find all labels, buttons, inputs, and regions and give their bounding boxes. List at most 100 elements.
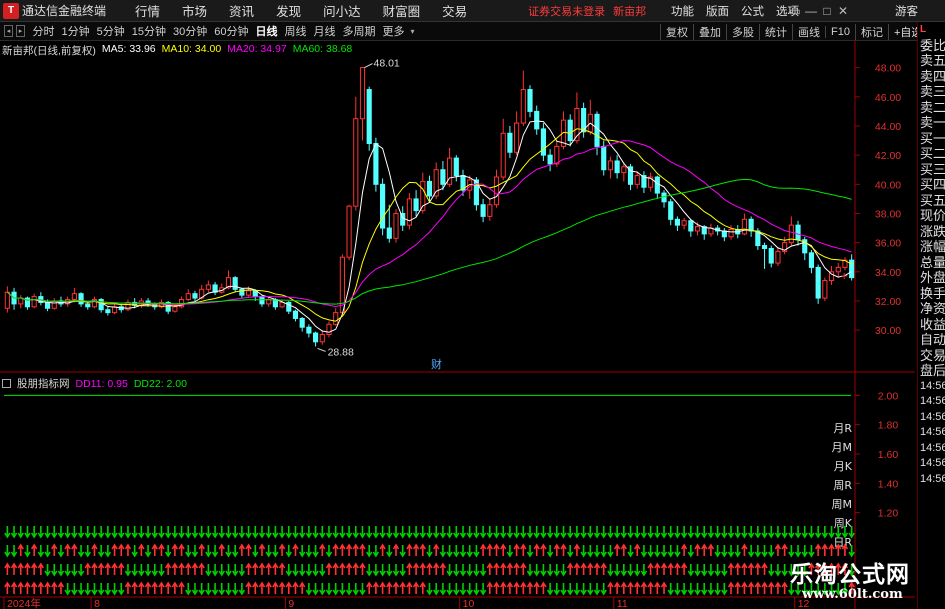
signal-arrow — [131, 526, 138, 539]
signal-arrow — [77, 526, 85, 539]
quote-row: 卖五 — [920, 53, 945, 68]
signal-arrow — [231, 564, 239, 577]
signal-arrow — [305, 564, 313, 577]
chart-info-line: 新亩邦(日线,前复权) MA5: 33.96 MA10: 34.00 MA20:… — [2, 43, 352, 58]
candle — [487, 198, 493, 221]
signal-arrow — [51, 526, 58, 539]
candle — [614, 155, 620, 179]
signal-arrow — [24, 545, 31, 558]
signal-arrow — [553, 564, 560, 577]
time-tick-label: 11 — [617, 598, 628, 609]
candle-body — [768, 247, 774, 264]
signal-arrow — [453, 545, 460, 558]
signal-arrow — [292, 543, 299, 556]
signal-arrow — [714, 564, 721, 577]
signal-arrow — [573, 526, 581, 539]
candle-body — [728, 229, 734, 238]
dd22-value: DD22: 2.00 — [133, 377, 187, 390]
signal-arrow — [104, 526, 112, 539]
signal-arrow — [667, 545, 674, 558]
signal-arrow — [479, 526, 487, 539]
signal-arrow — [352, 562, 359, 575]
candle-body — [326, 323, 332, 336]
signal-arrow — [620, 581, 628, 594]
signal-arrow — [707, 543, 715, 556]
signal-arrow — [459, 583, 467, 596]
candle — [125, 299, 131, 312]
signal-arrow — [768, 545, 775, 558]
candle-body — [185, 293, 191, 301]
candle-body — [306, 326, 312, 334]
candle — [547, 149, 553, 172]
signal-arrow — [627, 564, 634, 577]
quote-row: 总量 — [920, 254, 945, 270]
signal-arrow — [238, 564, 246, 577]
indicator-row-label: 周M — [832, 498, 853, 511]
signal-arrow — [553, 543, 560, 556]
signal-arrow — [345, 562, 353, 575]
candle — [232, 276, 238, 293]
signal-arrow — [479, 543, 487, 556]
signal-arrow — [124, 543, 132, 556]
signal-arrow — [701, 564, 708, 577]
signal-arrow — [406, 526, 413, 539]
candle — [333, 308, 339, 326]
signal-arrow — [546, 526, 554, 539]
signal-arrow — [278, 562, 286, 575]
signal-arrow — [486, 581, 493, 594]
candle-body — [534, 110, 540, 130]
candle — [205, 280, 211, 293]
signal-arrow — [419, 543, 426, 556]
indicator-settings-icon[interactable] — [2, 379, 11, 388]
signal-arrow — [10, 545, 18, 558]
signal-arrow — [433, 583, 440, 596]
signal-arrow — [714, 545, 721, 558]
candle — [627, 163, 634, 191]
signal-arrow — [781, 581, 788, 594]
signal-arrow — [694, 564, 701, 577]
signal-arrow — [640, 581, 648, 594]
signal-arrow — [687, 583, 695, 596]
candle-body — [688, 220, 694, 232]
candle-body — [246, 290, 252, 296]
quote-row: 14:56 — [920, 457, 945, 469]
signal-arrow — [721, 564, 728, 577]
signal-arrow — [667, 526, 674, 539]
signal-arrow — [299, 526, 306, 539]
price-tick-label: 48.00 — [875, 63, 901, 75]
signal-arrow — [526, 526, 534, 539]
price-tick-label: 40.00 — [875, 179, 901, 191]
indicator-name[interactable]: 股朋指标网 — [17, 376, 70, 391]
signal-arrow — [466, 526, 473, 539]
signal-arrow — [30, 543, 38, 556]
signal-arrow — [292, 526, 299, 539]
signal-arrow — [312, 545, 319, 558]
signal-arrow — [17, 581, 24, 594]
signal-arrow — [252, 562, 259, 575]
signal-arrow — [634, 543, 641, 556]
ind-tick-label: 1.40 — [878, 478, 899, 490]
high-marker-label: 48.01 — [373, 58, 399, 70]
signal-arrow — [305, 583, 313, 596]
candle-body — [71, 293, 77, 301]
candle-body — [514, 122, 520, 153]
quote-row: 买四 — [920, 177, 945, 192]
candle-body — [279, 301, 285, 308]
signal-arrow — [91, 526, 98, 539]
indicator-info-line: 股朋指标网 DD11: 0.95 DD22: 2.00 — [2, 376, 187, 391]
signal-arrow — [124, 581, 132, 594]
signal-arrow — [191, 526, 199, 539]
signal-arrow — [426, 583, 433, 596]
signal-arrow — [640, 545, 648, 558]
signal-arrow — [493, 543, 500, 556]
signal-arrow — [332, 583, 339, 596]
signal-arrow — [218, 583, 225, 596]
candle — [38, 292, 44, 306]
ma60-value: MA60: 38.68 — [292, 43, 353, 55]
signal-arrow — [546, 583, 554, 596]
signal-arrow — [459, 526, 467, 539]
quote-row: 14:56 — [920, 426, 945, 438]
signal-arrow — [379, 581, 386, 594]
kline-chart[interactable]: 48.0128.88财+ 月R月M月K周R周M周K日R 48.0046.0044… — [0, 0, 915, 609]
time-tick-label: 2024年 — [7, 597, 41, 609]
